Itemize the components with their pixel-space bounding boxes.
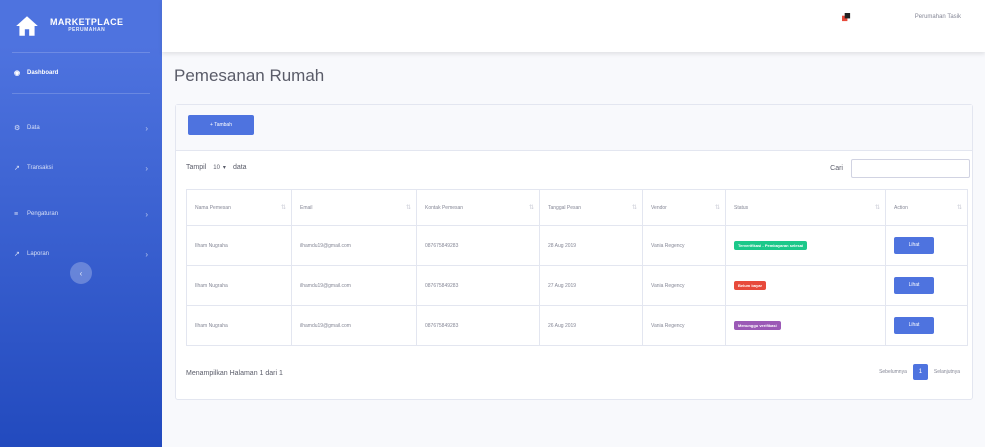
show-label: Tampil bbox=[186, 164, 207, 171]
search-control: Cari bbox=[830, 159, 970, 178]
sort-icon: ⇅ bbox=[405, 205, 411, 211]
page-length-value: 10 bbox=[213, 164, 220, 171]
table-row: Ilham Nugraha ilhamdu19@gmail.com 087675… bbox=[186, 305, 968, 346]
cell-nama: Ilham Nugraha bbox=[186, 265, 292, 306]
cell-vendor: Vania Regency bbox=[642, 305, 726, 346]
table-header-row: Nama Pemesan ⇅ Email ⇅ Kontak Pemesan ⇅ Tan… bbox=[186, 189, 968, 226]
user-name[interactable]: Perumahan Tasik bbox=[915, 14, 961, 20]
sidebar-item-label: Pengaturan bbox=[27, 211, 59, 217]
sidebar-item-transaksi[interactable]: ↗ Transaksi › bbox=[0, 148, 162, 188]
cell-email: ilhamdu19@gmail.com bbox=[291, 305, 417, 346]
sidebar-item-pengaturan[interactable]: ≡ Pengaturan › bbox=[0, 194, 162, 234]
chevron-right-icon: › bbox=[145, 163, 148, 173]
house-icon bbox=[16, 16, 38, 36]
cell-status: Terverifikasi - Pembayaran selesai bbox=[725, 225, 886, 266]
status-badge: Menunggu verifikasi bbox=[734, 321, 781, 330]
pagination-page[interactable]: 1 bbox=[912, 364, 928, 380]
brand[interactable]: MARKETPLACE PERUMAHAN bbox=[0, 0, 162, 52]
cell-status: Belum bayar bbox=[725, 265, 886, 306]
sidebar-item-label: Transaksi bbox=[27, 165, 53, 171]
cell-status: Menunggu verifikasi bbox=[725, 305, 886, 346]
bookings-table: Nama Pemesan ⇅ Email ⇅ Kontak Pemesan ⇅ Tan… bbox=[186, 189, 968, 346]
chevron-right-icon: › bbox=[145, 209, 148, 219]
pagination-next[interactable]: Selanjutnya bbox=[934, 369, 960, 375]
brand-text: MARKETPLACE PERUMAHAN bbox=[50, 17, 123, 34]
page-length-select[interactable]: 10 ▾ bbox=[210, 163, 229, 172]
sidebar-item-data[interactable]: ⚙ Data › bbox=[0, 108, 162, 148]
chevron-left-icon: ‹ bbox=[79, 268, 83, 278]
pagination-previous[interactable]: Sebelumnya bbox=[879, 369, 907, 375]
column-header-action[interactable]: Action ⇅ bbox=[885, 189, 968, 226]
cell-email: ilhamdu19@gmail.com bbox=[291, 225, 417, 266]
view-button[interactable]: Lihat bbox=[894, 237, 934, 254]
cell-vendor: Vania Regency bbox=[642, 265, 726, 306]
sliders-icon: ≡ bbox=[14, 210, 19, 218]
cell-action: Lihat bbox=[885, 225, 968, 266]
search-input[interactable] bbox=[851, 159, 970, 178]
cell-vendor: Vania Regency bbox=[642, 225, 726, 266]
chevron-right-icon: › bbox=[145, 123, 148, 133]
cell-email: ilhamdu19@gmail.com bbox=[291, 265, 417, 306]
sort-icon: ⇅ bbox=[956, 205, 962, 211]
table-row: Ilham Nugraha ilhamdu19@gmail.com 087675… bbox=[186, 225, 968, 266]
pagination: Sebelumnya 1 Selanjutnya bbox=[879, 364, 960, 380]
table-row: Ilham Nugraha ilhamdu19@gmail.com 087675… bbox=[186, 265, 968, 306]
sidebar-item-label: Dashboard bbox=[27, 70, 59, 76]
cell-nama: Ilham Nugraha bbox=[186, 305, 292, 346]
cog-icon: ⚙ bbox=[14, 125, 21, 132]
sidebar-toggle-button[interactable]: ‹ bbox=[70, 262, 92, 284]
card-header: + Tambah bbox=[176, 105, 972, 151]
sidebar-item-label: Laporan bbox=[27, 251, 50, 257]
cell-kontak: 087675849283 bbox=[416, 225, 540, 266]
bookings-card: + Tambah Tampil 10 ▾ data Cari Nama Peme… bbox=[175, 104, 973, 400]
cell-kontak: 087675849283 bbox=[416, 305, 540, 346]
chart-line-icon: ↗ bbox=[14, 251, 20, 258]
column-header-kontak[interactable]: Kontak Pemesan ⇅ bbox=[416, 189, 540, 226]
column-header-vendor[interactable]: Vendor ⇅ bbox=[642, 189, 726, 226]
brand-subtitle: PERUMAHAN bbox=[68, 27, 106, 34]
cell-action: Lihat bbox=[885, 265, 968, 306]
dashboard-icon: ◉ bbox=[14, 70, 21, 77]
status-badge: Belum bayar bbox=[734, 281, 767, 290]
sort-icon: ⇅ bbox=[714, 205, 720, 211]
entries-label: data bbox=[232, 164, 247, 171]
page-title: Pemesanan Rumah bbox=[174, 66, 325, 85]
sort-icon: ⇅ bbox=[528, 205, 534, 211]
sort-icon: ⇅ bbox=[874, 205, 880, 211]
user-avatar-icon[interactable] bbox=[842, 13, 851, 22]
cell-nama: Ilham Nugraha bbox=[186, 225, 292, 266]
column-header-status[interactable]: Status ⇅ bbox=[725, 189, 886, 226]
column-header-email[interactable]: Email ⇅ bbox=[291, 189, 417, 226]
table-info: Menampilkan Halaman 1 dari 1 bbox=[186, 370, 283, 377]
cell-tanggal: 26 Aug 2019 bbox=[539, 305, 643, 346]
cell-tanggal: 28 Aug 2019 bbox=[539, 225, 643, 266]
status-badge: Terverifikasi - Pembayaran selesai bbox=[734, 241, 808, 250]
add-button[interactable]: + Tambah bbox=[188, 115, 254, 135]
column-header-nama[interactable]: Nama Pemesan ⇅ bbox=[186, 189, 292, 226]
length-control: Tampil 10 ▾ data bbox=[186, 163, 247, 172]
cell-tanggal: 27 Aug 2019 bbox=[539, 265, 643, 306]
sidebar-item-dashboard[interactable]: ◉ Dashboard bbox=[0, 53, 162, 93]
view-button[interactable]: Lihat bbox=[894, 277, 934, 294]
chevron-down-icon: ▾ bbox=[222, 165, 226, 171]
sort-icon: ⇅ bbox=[631, 205, 637, 211]
chevron-right-icon: › bbox=[145, 249, 148, 259]
view-button[interactable]: Lihat bbox=[894, 317, 934, 334]
topbar: Perumahan Tasik bbox=[162, 0, 985, 52]
sidebar-item-label: Data bbox=[27, 125, 40, 131]
cell-kontak: 087675849283 bbox=[416, 265, 540, 306]
sort-icon: ⇅ bbox=[280, 205, 286, 211]
cell-action: Lihat bbox=[885, 305, 968, 346]
search-label: Cari bbox=[830, 165, 843, 172]
sidebar: MARKETPLACE PERUMAHAN ◉ Dashboard ⚙ Data… bbox=[0, 0, 162, 447]
chart-line-icon: ↗ bbox=[14, 165, 20, 172]
column-header-tanggal[interactable]: Tanggal Pesan ⇅ bbox=[539, 189, 643, 226]
